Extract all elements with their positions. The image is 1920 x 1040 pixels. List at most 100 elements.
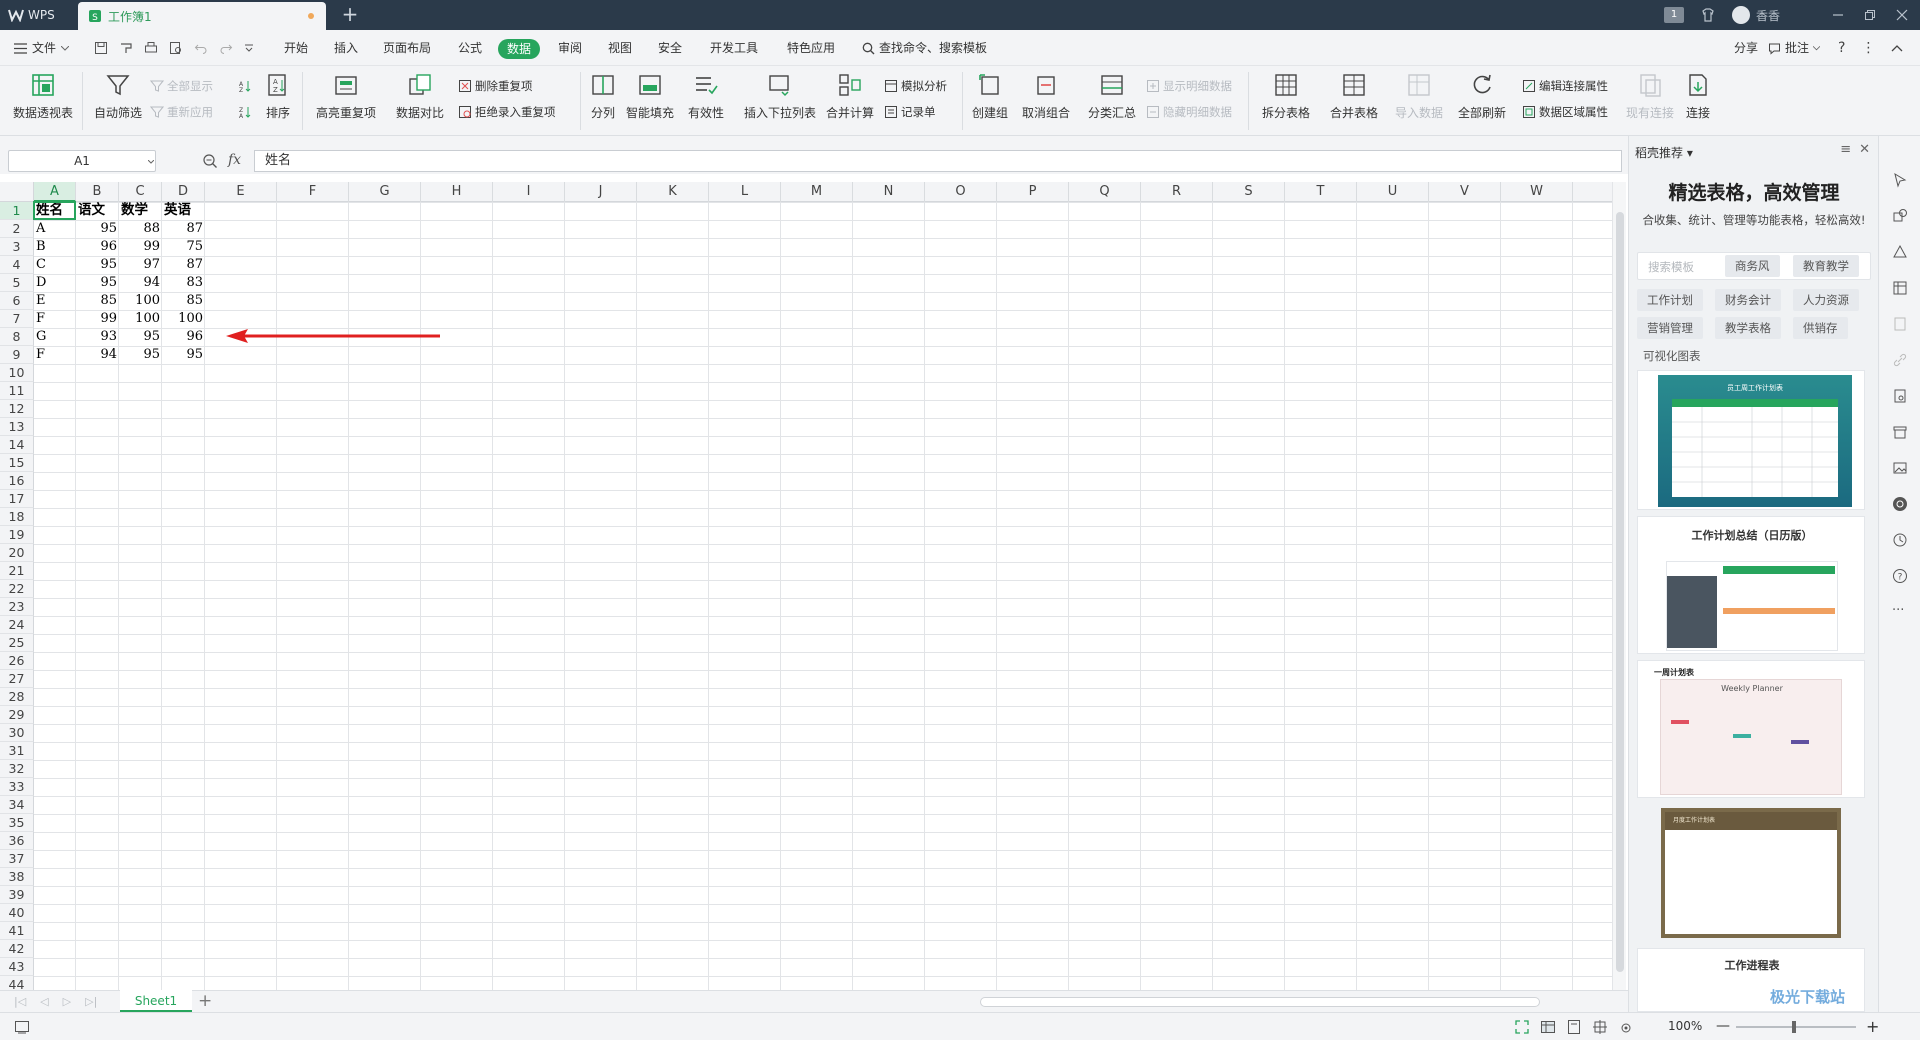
table-cell[interactable]: B [36,238,74,256]
what-if-analysis-button[interactable]: 模拟分析 [884,76,947,96]
comment-button[interactable]: 批注 [1768,30,1821,66]
row-header[interactable]: 11 [0,382,34,400]
row-header[interactable]: 31 [0,742,34,760]
table-cell[interactable]: 99 [78,310,117,328]
table-cell[interactable]: 85 [164,292,203,310]
horizontal-scroll-thumb[interactable] [980,997,1540,1007]
row-header[interactable]: 18 [0,508,34,526]
menu-tab-review[interactable]: 审阅 [558,30,582,66]
row-header[interactable]: 36 [0,832,34,850]
restore-icon[interactable] [1864,9,1876,21]
show-detail-button[interactable]: 显示明细数据 [1146,76,1232,96]
zoom-out-button[interactable]: — [1716,1019,1730,1033]
remove-duplicates-button[interactable]: 删除重复项 [458,76,533,96]
insert-dropdown-button[interactable]: 插入下拉列表 [740,70,820,132]
customize-toolbar-icon[interactable] [244,43,254,53]
data-range-properties-button[interactable]: 数据区域属性 [1522,102,1608,122]
row-header[interactable]: 5 [0,274,34,292]
row-header[interactable]: 14 [0,436,34,454]
add-sheet-button[interactable]: + [198,991,212,1011]
template-card[interactable]: 工作计划总结（日历版） [1637,516,1865,654]
name-box-dropdown-icon[interactable] [148,160,154,164]
row-header[interactable]: 43 [0,958,34,976]
column-header-g[interactable]: G [349,182,421,202]
image-icon[interactable] [1892,460,1908,476]
row-header[interactable]: 15 [0,454,34,472]
connect-button[interactable]: 连接 [1680,70,1716,132]
table-cell[interactable]: A [36,220,74,238]
row-header[interactable]: 40 [0,904,34,922]
table-cell[interactable]: 95 [164,346,203,364]
table-cell[interactable]: 95 [121,328,160,346]
vertical-scroll-thumb[interactable] [1616,212,1624,972]
column-header-f[interactable]: F [277,182,349,202]
page-layout-view-icon[interactable] [1566,1019,1582,1035]
wps-logo[interactable]: WPS [0,0,76,30]
chip-work-plan[interactable]: 工作计划 [1637,289,1703,311]
close-icon[interactable] [1896,9,1908,21]
horizontal-scrollbar[interactable] [950,997,1590,1007]
redo-icon[interactable] [219,41,233,55]
table-cell[interactable]: 95 [78,274,117,292]
merge-table-button[interactable]: 合并表格 [1324,70,1384,132]
panel-close-icon[interactable]: ✕ [1859,142,1870,157]
ungroup-button[interactable]: 取消组合 [1016,70,1076,132]
row-header[interactable]: 22 [0,580,34,598]
chip-hr[interactable]: 人力资源 [1793,289,1859,311]
menu-tab-view[interactable]: 视图 [608,30,632,66]
table-cell[interactable]: 83 [164,274,203,292]
document-tab[interactable]: S 工作簿1 [78,2,326,30]
table-cell[interactable]: 93 [78,328,117,346]
chip-education[interactable]: 教育教学 [1793,255,1859,277]
pivot-table-button[interactable]: 数据透视表 [10,70,76,132]
zoom-in-button[interactable]: + [1866,1017,1879,1036]
template-card[interactable]: 一周计划表 Weekly Planner [1637,660,1865,798]
table-cell[interactable]: F [36,346,74,364]
row-header[interactable]: 44 [0,976,34,990]
row-header[interactable]: 10 [0,364,34,382]
text-to-columns-button[interactable]: 分列 [586,70,620,132]
row-header[interactable]: 33 [0,778,34,796]
chip-supply[interactable]: 供销存 [1793,317,1848,339]
command-search[interactable]: 查找命令、搜索模板 [862,30,987,66]
row-header[interactable]: 27 [0,670,34,688]
row-header[interactable]: 32 [0,760,34,778]
column-header-m[interactable]: M [781,182,853,202]
template-recommend-icon[interactable] [1892,496,1908,512]
create-group-button[interactable]: 创建组 [968,70,1012,132]
row-header[interactable]: 8 [0,328,34,346]
table-cell[interactable]: 100 [121,310,160,328]
help-circle-icon[interactable]: ? [1892,568,1908,584]
normal-view-icon[interactable] [1540,1019,1556,1035]
cursor-icon[interactable] [1892,172,1908,188]
column-header-u[interactable]: U [1357,182,1429,202]
reject-duplicates-button[interactable]: 拒绝录入重复项 [458,102,556,122]
row-header[interactable]: 23 [0,598,34,616]
row-header[interactable]: 19 [0,526,34,544]
skin-icon[interactable] [1700,7,1716,23]
table-cell[interactable]: 96 [164,328,203,346]
column-header-c[interactable]: C [119,182,162,202]
menu-tab-data[interactable]: 数据 [498,39,541,59]
document-icon[interactable] [1892,388,1908,404]
chip-finance[interactable]: 财务会计 [1715,289,1781,311]
zoom-level[interactable]: 100% [1668,1019,1702,1033]
table-cell[interactable]: 94 [121,274,160,292]
row-header[interactable]: 38 [0,868,34,886]
hide-detail-button[interactable]: 隐藏明细数据 [1146,102,1232,122]
table-cell[interactable]: 87 [164,220,203,238]
fullscreen-icon[interactable] [1514,1019,1530,1035]
auto-filter-button[interactable]: 自动筛选 [92,70,144,132]
formula-input[interactable]: 姓名 [254,150,1622,172]
row-header[interactable]: 41 [0,922,34,940]
row-header[interactable]: 21 [0,562,34,580]
column-header-w[interactable]: W [1501,182,1573,202]
page-break-view-icon[interactable] [1592,1019,1608,1035]
split-table-button[interactable]: 拆分表格 [1256,70,1316,132]
menu-tab-home[interactable]: 开始 [284,30,308,66]
table-cell[interactable]: G [36,328,74,346]
row-header[interactable]: 35 [0,814,34,832]
table-cell[interactable]: C [36,256,74,274]
print-icon[interactable] [144,41,158,55]
column-header-r[interactable]: R [1141,182,1213,202]
